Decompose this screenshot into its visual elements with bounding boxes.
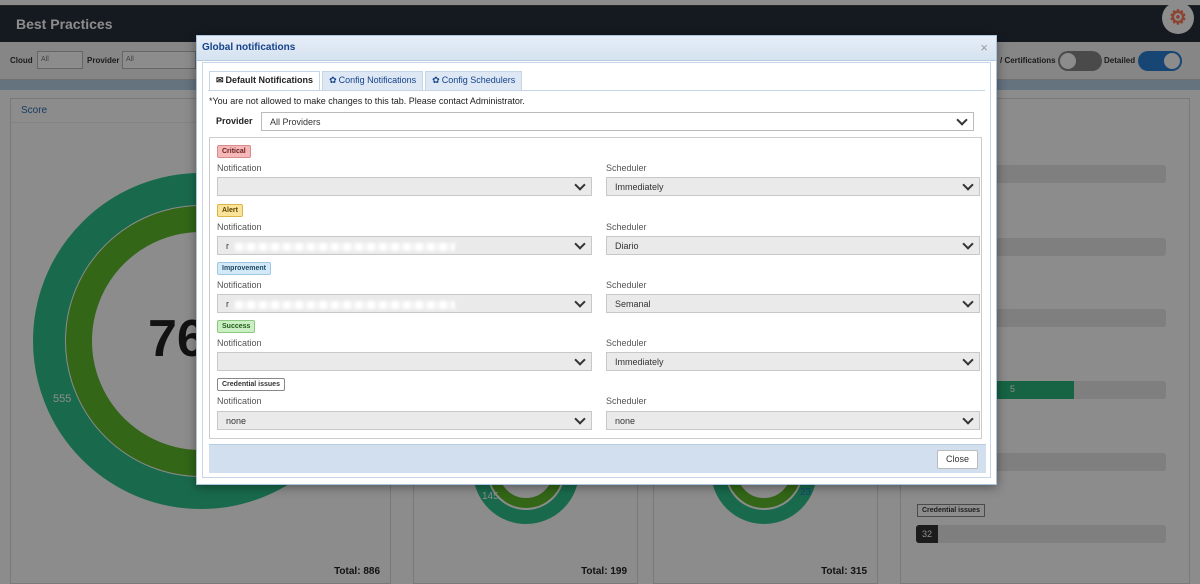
notification-label: Notification: [217, 280, 262, 290]
notification-label: Notification: [217, 338, 262, 348]
alert-scheduler-select[interactable]: Diario: [606, 236, 980, 255]
scheduler-label: Scheduler: [606, 338, 647, 348]
alert-notification-select[interactable]: r: [217, 236, 592, 255]
scheduler-label: Scheduler: [606, 396, 647, 406]
credential-notification-select[interactable]: none: [217, 411, 592, 430]
critical-badge: Critical: [217, 145, 251, 158]
redacted-text: [235, 242, 455, 251]
modal-body: ✉ Default Notifications ✿ Config Notificat…: [202, 62, 991, 478]
critical-scheduler-select[interactable]: Immediately: [606, 177, 980, 196]
close-button[interactable]: Close: [936, 450, 978, 469]
critical-notification-select[interactable]: [217, 177, 592, 196]
chevron-down-icon: [962, 296, 974, 308]
permission-notice: *You are not allowed to make changes to …: [209, 96, 525, 106]
provider-field-label: Provider: [216, 116, 253, 126]
tab-config-schedulers[interactable]: ✿ Config Schedulers: [425, 71, 523, 90]
credential-issues-badge: Credential issues: [217, 378, 285, 391]
redacted-text: [235, 300, 455, 309]
tab-label: Config Notifications: [338, 75, 417, 85]
chevron-down-icon: [962, 179, 974, 191]
success-notification-select[interactable]: [217, 352, 592, 371]
gear-icon: ✿: [432, 75, 440, 85]
improvement-scheduler-select[interactable]: Semanal: [606, 294, 980, 313]
tab-label: Default Notifications: [225, 75, 314, 85]
notification-label: Notification: [217, 396, 262, 406]
chevron-down-icon: [574, 238, 586, 250]
improvement-notification-value: r: [226, 299, 229, 309]
modal-title: Global notifications: [202, 42, 296, 53]
credential-scheduler-value: none: [615, 416, 636, 426]
credential-notification-value: none: [226, 416, 247, 426]
chevron-down-icon: [574, 354, 586, 366]
tab-bar: ✉ Default Notifications ✿ Config Notificat…: [209, 71, 524, 90]
chevron-down-icon: [962, 354, 974, 366]
provider-field-value: All Providers: [270, 117, 321, 127]
tab-default-notifications[interactable]: ✉ Default Notifications: [209, 71, 321, 90]
notification-label: Notification: [217, 222, 262, 232]
tab-config-notifications[interactable]: ✿ Config Notifications: [322, 71, 424, 90]
credential-scheduler-select[interactable]: none: [606, 411, 980, 430]
success-scheduler-select[interactable]: Immediately: [606, 352, 980, 371]
scheduler-label: Scheduler: [606, 280, 647, 290]
alert-notification-value: r: [226, 241, 229, 251]
gear-icon: ✿: [329, 75, 337, 85]
tabs-divider: [208, 90, 985, 91]
tab-label: Config Schedulers: [441, 75, 516, 85]
scheduler-label: Scheduler: [606, 163, 647, 173]
chevron-down-icon: [574, 296, 586, 308]
chevron-down-icon: [574, 413, 586, 425]
chevron-down-icon: [574, 179, 586, 191]
improvement-notification-select[interactable]: r: [217, 294, 592, 313]
scheduler-label: Scheduler: [606, 222, 647, 232]
close-icon[interactable]: ×: [980, 41, 988, 54]
success-badge: Success: [217, 320, 256, 333]
modal-footer: Close: [209, 444, 986, 473]
critical-scheduler-value: Immediately: [615, 182, 664, 192]
notification-label: Notification: [217, 163, 262, 173]
chevron-down-icon: [962, 413, 974, 425]
improvement-badge: Improvement: [217, 262, 271, 275]
provider-field-select[interactable]: All Providers: [261, 112, 974, 131]
global-notifications-modal: Global notifications × ✉ Default Notifica…: [196, 35, 997, 485]
notification-rules-panel: Critical Notification Scheduler Immediat…: [209, 137, 982, 439]
alert-scheduler-value: Diario: [615, 241, 639, 251]
chevron-down-icon: [962, 238, 974, 250]
envelope-icon: ✉: [216, 75, 224, 85]
chevron-down-icon: [956, 114, 968, 126]
success-scheduler-value: Immediately: [615, 357, 664, 367]
modal-header: Global notifications ×: [197, 36, 996, 61]
alert-badge: Alert: [217, 204, 243, 217]
improvement-scheduler-value: Semanal: [615, 299, 651, 309]
